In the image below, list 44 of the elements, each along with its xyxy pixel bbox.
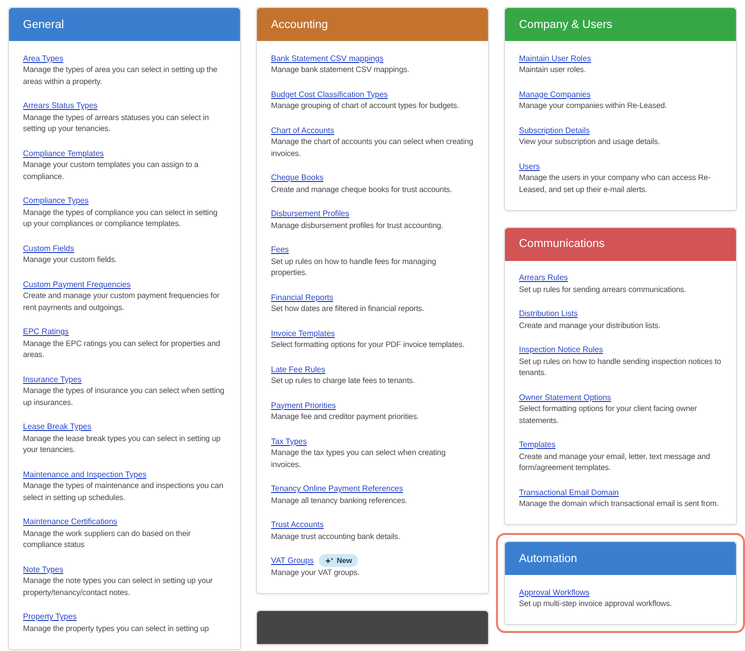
settings-link[interactable]: Subscription Details: [519, 126, 590, 134]
panel-title: Communications: [519, 238, 605, 250]
settings-link[interactable]: Compliance Types: [23, 196, 89, 205]
settings-link[interactable]: Custom Payment Frequencies: [23, 280, 131, 288]
settings-link[interactable]: Lease Break Types: [23, 422, 92, 431]
settings-link[interactable]: Inspection Notice Rules: [519, 345, 604, 354]
settings-link[interactable]: Arrears Status Types: [23, 101, 98, 110]
settings-link[interactable]: Note Types: [23, 564, 64, 574]
settings-link[interactable]: Maintenance and Inspection Types: [23, 470, 146, 478]
settings-link[interactable]: Custom Fields: [23, 244, 74, 252]
settings-link[interactable]: Maintain User Roles: [519, 54, 592, 62]
settings-link[interactable]: Bank Statement CSV mappings: [271, 54, 384, 62]
settings-link[interactable]: VAT Groups: [271, 556, 314, 565]
settings-link[interactable]: Late Fee Rules: [271, 364, 326, 374]
settings-link[interactable]: Transactional Email Domain: [519, 488, 619, 496]
settings-link[interactable]: Cheque Books: [271, 173, 324, 182]
settings-link[interactable]: Tax Types: [271, 436, 307, 446]
settings-link[interactable]: Maintenance Certifications: [23, 517, 118, 526]
settings-link[interactable]: Property Types: [23, 612, 77, 621]
settings-link[interactable]: Budget Cost Classification Types: [271, 90, 388, 98]
settings-link[interactable]: Users: [519, 162, 540, 170]
sparkle-icon: [324, 556, 334, 564]
settings-link[interactable]: Financial Reports: [271, 292, 334, 302]
settings-link[interactable]: Area Types: [23, 54, 64, 62]
panel-title: Accounting: [271, 18, 328, 30]
settings-link[interactable]: Compliance Templates: [23, 148, 104, 158]
settings-link[interactable]: Distribution Lists: [519, 309, 578, 318]
settings-link[interactable]: Arrears Rules: [519, 273, 568, 282]
settings-link[interactable]: Approval Workflows: [519, 588, 590, 596]
settings-link[interactable]: Insurance Types: [23, 374, 82, 384]
panel-title: Company & Users: [519, 18, 612, 30]
settings-link[interactable]: Owner Statement Options: [519, 392, 612, 402]
settings-link[interactable]: Trust Accounts: [271, 520, 324, 529]
settings-link[interactable]: Templates: [519, 440, 556, 449]
settings-link[interactable]: Fees: [271, 245, 289, 254]
panel-title: Automation: [519, 552, 578, 564]
settings-link[interactable]: Invoice Templates: [271, 328, 335, 338]
panel-title: General: [23, 18, 64, 30]
settings-link[interactable]: EPC Ratings: [23, 327, 69, 336]
settings-link[interactable]: Tenancy Online Payment References: [271, 484, 404, 493]
settings-link[interactable]: Chart of Accounts: [271, 126, 334, 134]
settings-link[interactable]: Manage Companies: [519, 90, 591, 98]
settings-link[interactable]: Payment Priorities: [271, 400, 336, 410]
settings-link[interactable]: Disbursement Profiles: [271, 209, 350, 218]
